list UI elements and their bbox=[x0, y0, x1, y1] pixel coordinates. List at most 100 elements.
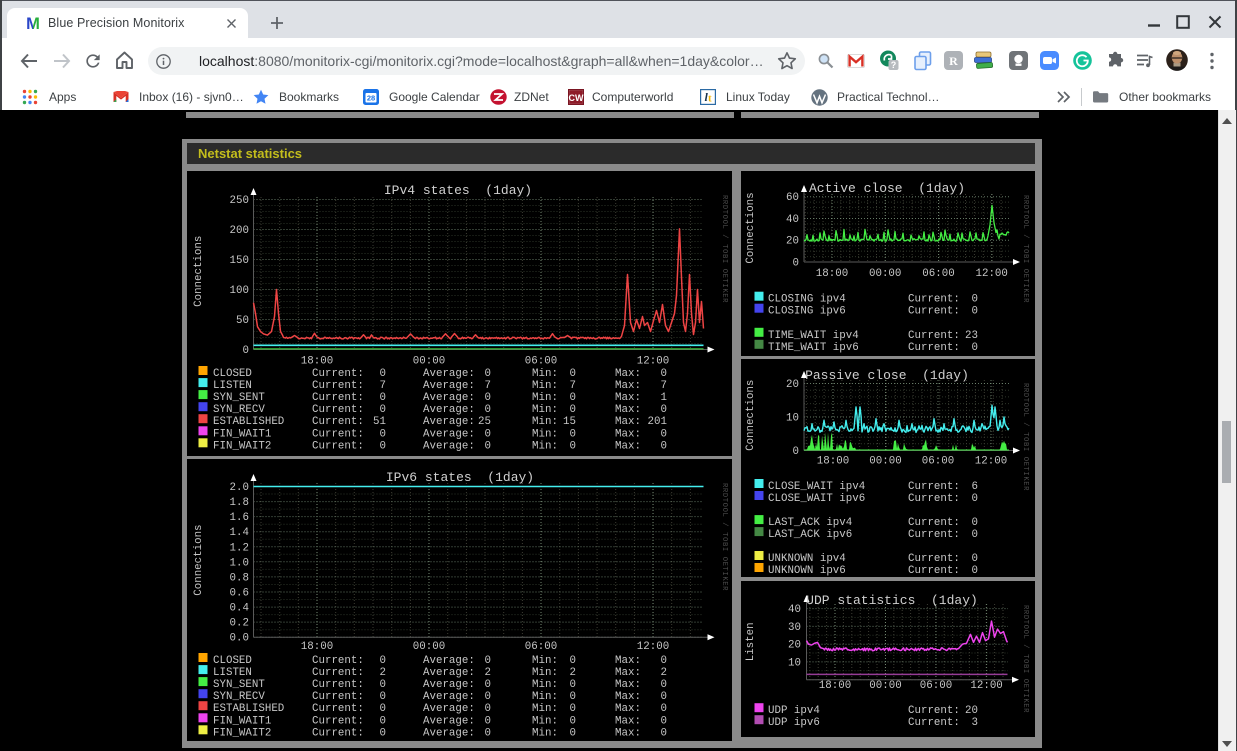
svg-text:Current:: Current: bbox=[908, 342, 960, 354]
svg-text:Max:: Max: bbox=[615, 440, 641, 452]
svg-text:Current:: Current: bbox=[312, 691, 364, 703]
svg-text:Current:: Current: bbox=[908, 306, 960, 318]
svg-text:1.8: 1.8 bbox=[230, 497, 249, 509]
svg-text:00:00: 00:00 bbox=[869, 456, 901, 468]
svg-text:Active close (1day): Active close (1day) bbox=[809, 181, 965, 196]
svg-text:Average:: Average: bbox=[423, 392, 475, 404]
svg-text:Average:: Average: bbox=[423, 416, 475, 428]
svg-text:7: 7 bbox=[485, 380, 491, 392]
svg-text:Current:: Current: bbox=[312, 380, 364, 392]
svg-text:0: 0 bbox=[380, 428, 386, 440]
svg-text:0: 0 bbox=[570, 703, 576, 715]
svg-text:20: 20 bbox=[786, 379, 799, 391]
svg-text:RRDTOOL / TOBI OETIKER: RRDTOOL / TOBI OETIKER bbox=[1021, 605, 1029, 713]
svg-text:12:00: 12:00 bbox=[970, 680, 1002, 692]
svg-text:0: 0 bbox=[485, 655, 491, 667]
svg-text:0: 0 bbox=[661, 703, 667, 715]
svg-text:0: 0 bbox=[485, 715, 491, 727]
svg-text:0: 0 bbox=[485, 691, 491, 703]
svg-text:Connections: Connections bbox=[745, 192, 757, 263]
svg-text:CW: CW bbox=[569, 93, 584, 103]
svg-text:0: 0 bbox=[570, 368, 576, 380]
svg-text:Min:: Min: bbox=[532, 703, 558, 715]
svg-text:ESTABLISHED: ESTABLISHED bbox=[213, 416, 284, 428]
svg-text:CLOSED: CLOSED bbox=[213, 655, 252, 667]
svg-text:Average:: Average: bbox=[423, 715, 475, 727]
svg-text:Current:: Current: bbox=[312, 679, 364, 691]
svg-text:0.4: 0.4 bbox=[230, 603, 249, 615]
svg-text:Current:: Current: bbox=[908, 553, 960, 565]
svg-text:0: 0 bbox=[380, 392, 386, 404]
svg-text:FIN_WAIT2: FIN_WAIT2 bbox=[213, 440, 271, 452]
svg-text:SYN_SENT: SYN_SENT bbox=[213, 392, 265, 404]
svg-text:0: 0 bbox=[380, 440, 386, 452]
svg-text:SYN_RECV: SYN_RECV bbox=[213, 691, 265, 703]
svg-text:25: 25 bbox=[478, 416, 491, 428]
svg-text:TIME_WAIT ipv4: TIME_WAIT ipv4 bbox=[768, 330, 859, 342]
svg-text:15: 15 bbox=[563, 416, 576, 428]
svg-text:Average:: Average: bbox=[423, 380, 475, 392]
svg-text:Listen: Listen bbox=[745, 622, 757, 661]
svg-text:0: 0 bbox=[380, 715, 386, 727]
svg-text:Min:: Min: bbox=[532, 715, 558, 727]
svg-text:Min:: Min: bbox=[532, 691, 558, 703]
svg-text:12:00: 12:00 bbox=[637, 641, 669, 653]
svg-text:0: 0 bbox=[661, 727, 667, 739]
svg-text:Min:: Min: bbox=[532, 416, 558, 428]
svg-text:ESTABLISHED: ESTABLISHED bbox=[213, 703, 284, 715]
svg-text:0: 0 bbox=[793, 446, 799, 458]
svg-text:0: 0 bbox=[485, 440, 491, 452]
svg-text:23: 23 bbox=[965, 330, 978, 342]
svg-text:Min:: Min: bbox=[532, 368, 558, 380]
svg-text:Current:: Current: bbox=[908, 294, 960, 306]
svg-text:20: 20 bbox=[965, 705, 978, 717]
svg-text:0: 0 bbox=[661, 440, 667, 452]
svg-text:0: 0 bbox=[485, 727, 491, 739]
svg-text:40: 40 bbox=[786, 214, 799, 226]
svg-text:1.0: 1.0 bbox=[230, 557, 249, 569]
svg-text:UDP statistics (1day): UDP statistics (1day) bbox=[806, 593, 978, 608]
svg-text:0: 0 bbox=[661, 368, 667, 380]
svg-text:LISTEN: LISTEN bbox=[213, 667, 252, 679]
svg-text:150: 150 bbox=[230, 255, 249, 267]
svg-text:Current:: Current: bbox=[908, 517, 960, 529]
svg-text:00:00: 00:00 bbox=[869, 268, 901, 280]
svg-text:UDP ipv6: UDP ipv6 bbox=[768, 717, 820, 729]
svg-text:0: 0 bbox=[380, 679, 386, 691]
svg-text:IPv6 states (1day): IPv6 states (1day) bbox=[386, 470, 534, 485]
svg-text:18:00: 18:00 bbox=[819, 680, 851, 692]
svg-text:Current:: Current: bbox=[312, 727, 364, 739]
svg-text:Current:: Current: bbox=[908, 481, 960, 493]
svg-text:0: 0 bbox=[661, 404, 667, 416]
svg-text:0: 0 bbox=[972, 493, 978, 505]
svg-text:0: 0 bbox=[485, 703, 491, 715]
svg-text:Average:: Average: bbox=[423, 691, 475, 703]
svg-text:0: 0 bbox=[485, 392, 491, 404]
svg-text:2: 2 bbox=[485, 667, 491, 679]
svg-text:CLOSE_WAIT ipv4: CLOSE_WAIT ipv4 bbox=[768, 481, 865, 493]
svg-text:0: 0 bbox=[661, 691, 667, 703]
svg-text:Max:: Max: bbox=[615, 380, 641, 392]
svg-text:06:00: 06:00 bbox=[525, 356, 557, 368]
svg-text:0: 0 bbox=[661, 715, 667, 727]
svg-text:06:00: 06:00 bbox=[525, 641, 557, 653]
svg-text:Max:: Max: bbox=[615, 715, 641, 727]
svg-text:Max:: Max: bbox=[615, 416, 641, 428]
svg-text:?: ? bbox=[891, 60, 897, 70]
svg-text:Connections: Connections bbox=[193, 524, 205, 595]
svg-text:30: 30 bbox=[788, 622, 801, 634]
svg-text:18:00: 18:00 bbox=[816, 268, 848, 280]
svg-text:FIN_WAIT2: FIN_WAIT2 bbox=[213, 727, 271, 739]
svg-text:0: 0 bbox=[485, 404, 491, 416]
svg-text:0: 0 bbox=[485, 428, 491, 440]
svg-text:Min:: Min: bbox=[532, 404, 558, 416]
svg-text:10: 10 bbox=[786, 413, 799, 425]
svg-text:LAST_ACK ipv6: LAST_ACK ipv6 bbox=[768, 529, 852, 541]
svg-text:06:00: 06:00 bbox=[922, 268, 954, 280]
svg-text:0: 0 bbox=[972, 529, 978, 541]
svg-text:2: 2 bbox=[570, 667, 576, 679]
svg-text:Current:: Current: bbox=[312, 368, 364, 380]
svg-text:Min:: Min: bbox=[532, 679, 558, 691]
svg-text:Max:: Max: bbox=[615, 392, 641, 404]
svg-text:Current:: Current: bbox=[312, 655, 364, 667]
